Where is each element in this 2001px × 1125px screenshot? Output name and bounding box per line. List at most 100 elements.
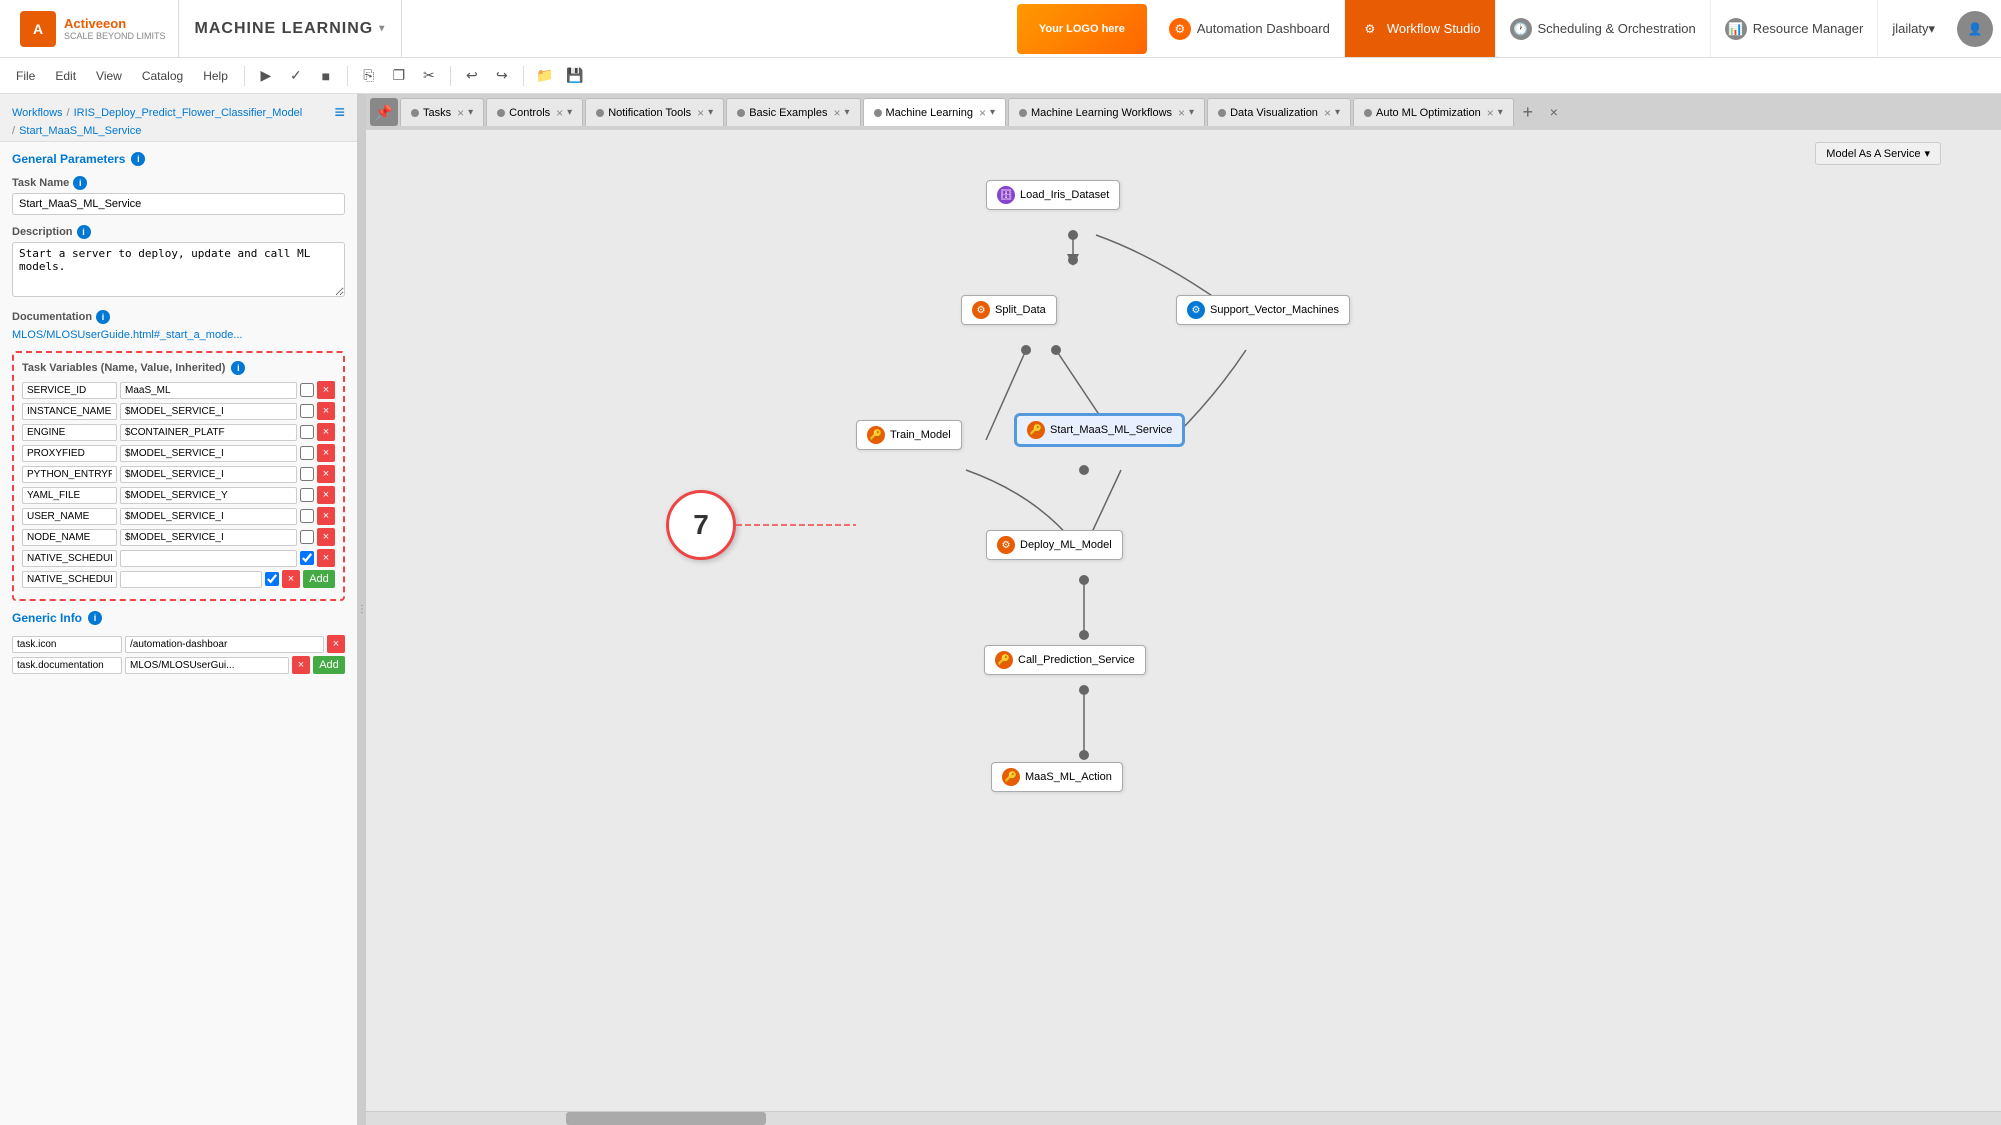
paste-button[interactable]: ❐ (386, 63, 412, 89)
breadcrumb-action-icon[interactable]: ≡ (334, 102, 345, 123)
var-value-native2[interactable] (120, 571, 262, 588)
tab-automl-close[interactable]: × (1487, 106, 1494, 120)
task-name-info-icon[interactable]: i (73, 176, 87, 190)
task-vars-info-icon[interactable]: i (231, 361, 245, 375)
var-del-proxyfied[interactable]: × (317, 444, 335, 462)
copy-button[interactable]: ⎘ (356, 63, 382, 89)
tab-notification-close[interactable]: × (697, 106, 704, 120)
var-del-native1[interactable]: × (317, 549, 335, 567)
var-del-yaml[interactable]: × (317, 486, 335, 504)
breadcrumb-workflows[interactable]: Workflows (12, 107, 63, 119)
var-value-username[interactable] (120, 508, 297, 525)
task-name-input[interactable] (12, 193, 345, 215)
var-check-proxyfied[interactable] (300, 446, 314, 460)
file-menu[interactable]: File (8, 66, 43, 86)
nav-automation-dashboard[interactable]: ⚙ Automation Dashboard (1155, 0, 1345, 57)
open-folder-button[interactable]: 📁 (532, 63, 558, 89)
node-deploy-ml[interactable]: ⚙ Deploy_ML_Model (986, 530, 1123, 560)
tab-machine-learning[interactable]: Machine Learning × ▾ (863, 98, 1007, 126)
tab-ml-close[interactable]: × (979, 106, 986, 120)
var-check-instance[interactable] (300, 404, 314, 418)
pin-button[interactable]: 📌 (370, 98, 398, 126)
nav-resource-manager[interactable]: 📊 Resource Manager (1711, 0, 1879, 57)
tab-add-button[interactable]: + (1516, 100, 1540, 124)
general-params-info-icon[interactable]: i (131, 152, 145, 166)
tab-controls-close[interactable]: × (556, 106, 563, 120)
node-load-iris[interactable]: 🗄 Load_Iris_Dataset (986, 180, 1120, 210)
var-name-yaml[interactable] (22, 487, 117, 504)
var-name-service-id[interactable] (22, 382, 117, 399)
edit-menu[interactable]: Edit (47, 66, 84, 86)
var-del-native2[interactable]: × (282, 570, 300, 588)
play-button[interactable]: ▶ (253, 63, 279, 89)
var-value-service-id[interactable] (120, 382, 297, 399)
generic-name-taskicon[interactable] (12, 636, 122, 653)
user-menu[interactable]: jlailaty ▾ (1878, 0, 1949, 57)
var-value-native1[interactable] (120, 550, 297, 567)
var-check-yaml[interactable] (300, 488, 314, 502)
generic-add-button[interactable]: Add (313, 656, 345, 674)
cut-button[interactable]: ✂ (416, 63, 442, 89)
canvas-horizontal-scrollbar[interactable] (366, 1111, 2001, 1125)
generic-info-icon[interactable]: i (88, 611, 102, 625)
generic-value-taskicon[interactable] (125, 636, 324, 653)
tab-ml-workflows[interactable]: Machine Learning Workflows × ▾ (1008, 98, 1205, 126)
var-check-native2[interactable] (265, 572, 279, 586)
var-check-native1[interactable] (300, 551, 314, 565)
breadcrumb-task-name[interactable]: Start_MaaS_ML_Service (19, 125, 141, 137)
var-check-service-id[interactable] (300, 383, 314, 397)
var-del-python[interactable]: × (317, 465, 335, 483)
node-split-data[interactable]: ⚙ Split_Data (961, 295, 1057, 325)
var-name-native2[interactable] (22, 571, 117, 588)
var-del-instance[interactable]: × (317, 402, 335, 420)
tab-tasks-close[interactable]: × (457, 106, 464, 120)
generic-name-taskdoc[interactable] (12, 657, 122, 674)
generic-value-taskdoc[interactable] (125, 657, 289, 674)
redo-button[interactable]: ↪ (489, 63, 515, 89)
generic-del-taskdoc[interactable]: × (292, 656, 310, 674)
tab-tasks[interactable]: Tasks × ▾ (400, 98, 484, 126)
generic-del-taskicon[interactable]: × (327, 635, 345, 653)
var-del-nodename[interactable]: × (317, 528, 335, 546)
node-train-model[interactable]: 🔑 Train_Model (856, 420, 962, 450)
var-del-service-id[interactable]: × (317, 381, 335, 399)
var-name-instance[interactable] (22, 403, 117, 420)
var-value-engine[interactable] (120, 424, 297, 441)
documentation-info-icon[interactable]: i (96, 310, 110, 324)
tab-data-visualization[interactable]: Data Visualization × ▾ (1207, 98, 1351, 126)
tab-auto-ml[interactable]: Auto ML Optimization × ▾ (1353, 98, 1514, 126)
tab-controls[interactable]: Controls × ▾ (486, 98, 583, 126)
save-button[interactable]: 💾 (562, 63, 588, 89)
var-check-python[interactable] (300, 467, 314, 481)
resize-handle[interactable]: ⋮ (358, 94, 366, 1125)
var-name-username[interactable] (22, 508, 117, 525)
documentation-link[interactable]: MLOS/MLOSUserGuide.html#_start_a_mode... (12, 329, 242, 341)
description-info-icon[interactable]: i (77, 225, 91, 239)
description-textarea[interactable]: Start a server to deploy, update and cal… (12, 242, 345, 297)
node-call-prediction[interactable]: 🔑 Call_Prediction_Service (984, 645, 1146, 675)
node-support-vector[interactable]: ⚙ Support_Vector_Machines (1176, 295, 1350, 325)
var-del-engine[interactable]: × (317, 423, 335, 441)
user-avatar[interactable]: 👤 (1957, 11, 1993, 47)
catalog-menu[interactable]: Catalog (134, 66, 191, 86)
tab-mlwf-close[interactable]: × (1178, 106, 1185, 120)
node-start-maas[interactable]: 🔑 Start_MaaS_ML_Service (1016, 415, 1183, 445)
var-name-proxyfied[interactable] (22, 445, 117, 462)
stop-button[interactable]: ■ (313, 63, 339, 89)
undo-button[interactable]: ↩ (459, 63, 485, 89)
view-menu[interactable]: View (88, 66, 130, 86)
var-name-python[interactable] (22, 466, 117, 483)
var-check-engine[interactable] (300, 425, 314, 439)
var-value-proxyfied[interactable] (120, 445, 297, 462)
var-value-yaml[interactable] (120, 487, 297, 504)
var-del-username[interactable]: × (317, 507, 335, 525)
node-maas-action[interactable]: 🔑 MaaS_ML_Action (991, 762, 1123, 792)
var-name-native1[interactable] (22, 550, 117, 567)
breadcrumb-workflow-name[interactable]: IRIS_Deploy_Predict_Flower_Classifier_Mo… (74, 107, 303, 119)
var-name-engine[interactable] (22, 424, 117, 441)
nav-scheduling[interactable]: 🕐 Scheduling & Orchestration (1496, 0, 1711, 57)
var-value-nodename[interactable] (120, 529, 297, 546)
tab-basic-examples[interactable]: Basic Examples × ▾ (726, 98, 860, 126)
var-value-python[interactable] (120, 466, 297, 483)
tab-close-all-button[interactable]: × (1542, 100, 1566, 124)
